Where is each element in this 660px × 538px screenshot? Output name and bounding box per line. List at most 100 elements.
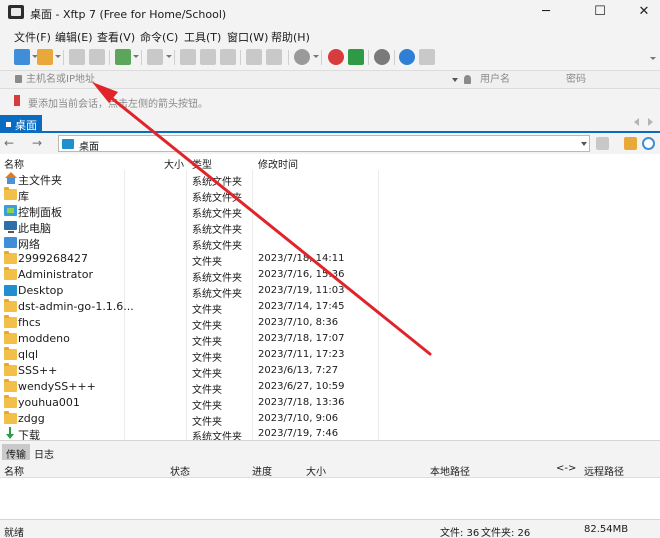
- menu-command[interactable]: 命令(C): [140, 29, 178, 45]
- file-row[interactable]: 2999268427 文件夹 2023/7/18, 14:11: [0, 251, 660, 268]
- path-dropdown-icon[interactable]: [581, 142, 587, 146]
- file-row[interactable]: Administrator 系统文件夹 2023/7/16, 15:36: [0, 267, 660, 284]
- transfer-column-size[interactable]: 大小: [306, 463, 326, 478]
- transfer-column-remote-path[interactable]: 远程路径: [584, 463, 624, 478]
- file-row[interactable]: wendySS+++ 文件夹 2023/6/27, 10:59: [0, 379, 660, 396]
- back-arrow-icon[interactable]: ←: [4, 137, 14, 149]
- rename-icon[interactable]: [246, 49, 262, 65]
- minimize-button[interactable]: ─: [528, 1, 564, 25]
- file-row[interactable]: 主文件夹 系统文件夹: [0, 171, 660, 188]
- toolbar-overflow-icon[interactable]: [650, 57, 656, 60]
- open-folder-icon[interactable]: [37, 49, 53, 65]
- status-bar: 就绪 文件: 36 文件夹: 26 82.54MB: [0, 519, 660, 538]
- transfer-tabs: 传输 日志: [0, 440, 660, 461]
- transfer-column-direction[interactable]: <->: [556, 463, 576, 474]
- file-modified: 2023/7/14, 17:45: [258, 301, 345, 312]
- file-row[interactable]: zdgg 文件夹 2023/7/10, 9:06: [0, 411, 660, 428]
- file-row[interactable]: Desktop 系统文件夹 2023/7/19, 11:03: [0, 283, 660, 300]
- file-type: 文件夹: [192, 369, 222, 380]
- refresh-icon[interactable]: [642, 137, 655, 150]
- file-row[interactable]: qlql 文件夹 2023/7/11, 17:23: [0, 347, 660, 364]
- settings-icon[interactable]: [374, 49, 390, 65]
- column-type[interactable]: 类型: [192, 156, 212, 171]
- menu-help[interactable]: 帮助(H): [271, 29, 310, 45]
- bookmark-arrow-icon[interactable]: [14, 95, 20, 106]
- maximize-button[interactable]: ☐: [582, 1, 618, 25]
- disconnect-icon[interactable]: [89, 49, 105, 65]
- globe-icon[interactable]: [294, 49, 310, 65]
- transfer-column-local-path[interactable]: 本地路径: [430, 463, 470, 478]
- paste-icon[interactable]: [220, 49, 236, 65]
- transfer-dropdown-icon[interactable]: [166, 55, 172, 58]
- session-hint-bar: 要添加当前会话，点击左侧的箭头按钮。: [0, 89, 660, 113]
- transfer-list[interactable]: [0, 478, 660, 519]
- menu-window[interactable]: 窗口(W): [227, 29, 268, 45]
- file-name: dst-admin-go-1.1.6...: [18, 300, 134, 313]
- forward-arrow-icon[interactable]: →: [32, 137, 42, 149]
- tab-transfer[interactable]: 传输: [2, 444, 30, 461]
- new-file-dropdown-icon[interactable]: [133, 55, 139, 58]
- menu-view[interactable]: 查看(V): [97, 29, 135, 45]
- transfer-column-progress[interactable]: 进度: [252, 463, 272, 478]
- file-type: 系统文件夹: [192, 241, 242, 252]
- file-row[interactable]: 网络 系统文件夹: [0, 235, 660, 252]
- file-name: Desktop: [18, 284, 64, 297]
- tab-log[interactable]: 日志: [30, 444, 58, 461]
- tab-desktop[interactable]: 桌面: [0, 115, 42, 133]
- open-dropdown-icon[interactable]: [55, 55, 61, 58]
- title-bar[interactable]: 桌面 - Xftp 7 (Free for Home/School) ─ ☐ ✕: [0, 0, 660, 26]
- menu-tools[interactable]: 工具(T): [184, 29, 221, 45]
- parent-folder-icon[interactable]: [624, 137, 637, 150]
- transfer-column-status[interactable]: 状态: [170, 463, 190, 478]
- copy-icon[interactable]: [200, 49, 216, 65]
- xftp-icon[interactable]: [348, 49, 364, 65]
- host-dropdown-icon[interactable]: [452, 78, 458, 82]
- properties-icon[interactable]: [180, 49, 196, 65]
- connect-icon[interactable]: [69, 49, 85, 65]
- column-modified[interactable]: 修改时间: [258, 156, 298, 171]
- file-row[interactable]: moddeno 文件夹 2023/7/18, 17:07: [0, 331, 660, 348]
- total-size: 82.54MB: [584, 524, 629, 535]
- transfer-column-name[interactable]: 名称: [4, 463, 24, 478]
- column-name[interactable]: 名称: [4, 156, 24, 171]
- file-row[interactable]: 库 系统文件夹: [0, 187, 660, 204]
- path-input[interactable]: 桌面: [58, 135, 590, 153]
- password-input[interactable]: 密码: [566, 72, 646, 88]
- tab-scroll-right-icon[interactable]: [648, 118, 653, 126]
- file-type: 文件夹: [192, 321, 222, 332]
- close-button[interactable]: ✕: [626, 1, 660, 25]
- new-session-icon[interactable]: [14, 49, 30, 65]
- file-modified: 2023/7/18, 17:07: [258, 333, 345, 344]
- folder-icon: [4, 187, 17, 200]
- column-size[interactable]: 大小: [164, 156, 184, 171]
- username-input[interactable]: 用户名: [480, 72, 550, 88]
- xshell-icon[interactable]: [328, 49, 344, 65]
- file-name: 网络: [18, 238, 40, 251]
- file-row[interactable]: 下载 系统文件夹 2023/7/19, 7:46: [0, 426, 660, 440]
- sync-icon[interactable]: [266, 49, 282, 65]
- address-bar: 主机名或IP地址 用户名 密码: [0, 70, 660, 89]
- tab-scroll-left-icon[interactable]: [634, 118, 639, 126]
- globe-dropdown-icon[interactable]: [313, 55, 319, 58]
- folder-icon: [4, 315, 17, 328]
- file-name: SSS++: [18, 364, 58, 377]
- file-row[interactable]: youhua001 文件夹 2023/7/18, 13:36: [0, 395, 660, 412]
- file-type: 系统文件夹: [192, 273, 242, 284]
- file-row[interactable]: 控制面板 系统文件夹: [0, 203, 660, 220]
- file-row[interactable]: fhcs 文件夹 2023/7/10, 8:36: [0, 315, 660, 332]
- transfer-icon[interactable]: [147, 49, 163, 65]
- bookmark-icon[interactable]: [596, 137, 609, 150]
- file-row[interactable]: 此电脑 系统文件夹: [0, 219, 660, 236]
- host-input[interactable]: 主机名或IP地址: [26, 72, 450, 88]
- file-modified: 2023/7/16, 15:36: [258, 269, 345, 280]
- help-icon[interactable]: [399, 49, 415, 65]
- menu-edit[interactable]: 编辑(E): [55, 29, 93, 45]
- file-name: 控制面板: [18, 206, 62, 219]
- tab-strip: 桌面: [0, 113, 660, 133]
- file-row[interactable]: dst-admin-go-1.1.6... 文件夹 2023/7/14, 17:…: [0, 299, 660, 316]
- new-file-icon[interactable]: [115, 49, 131, 65]
- file-type: 文件夹: [192, 401, 222, 412]
- file-row[interactable]: SSS++ 文件夹 2023/6/13, 7:27: [0, 363, 660, 380]
- menu-file[interactable]: 文件(F): [14, 29, 51, 45]
- chat-icon[interactable]: [419, 49, 435, 65]
